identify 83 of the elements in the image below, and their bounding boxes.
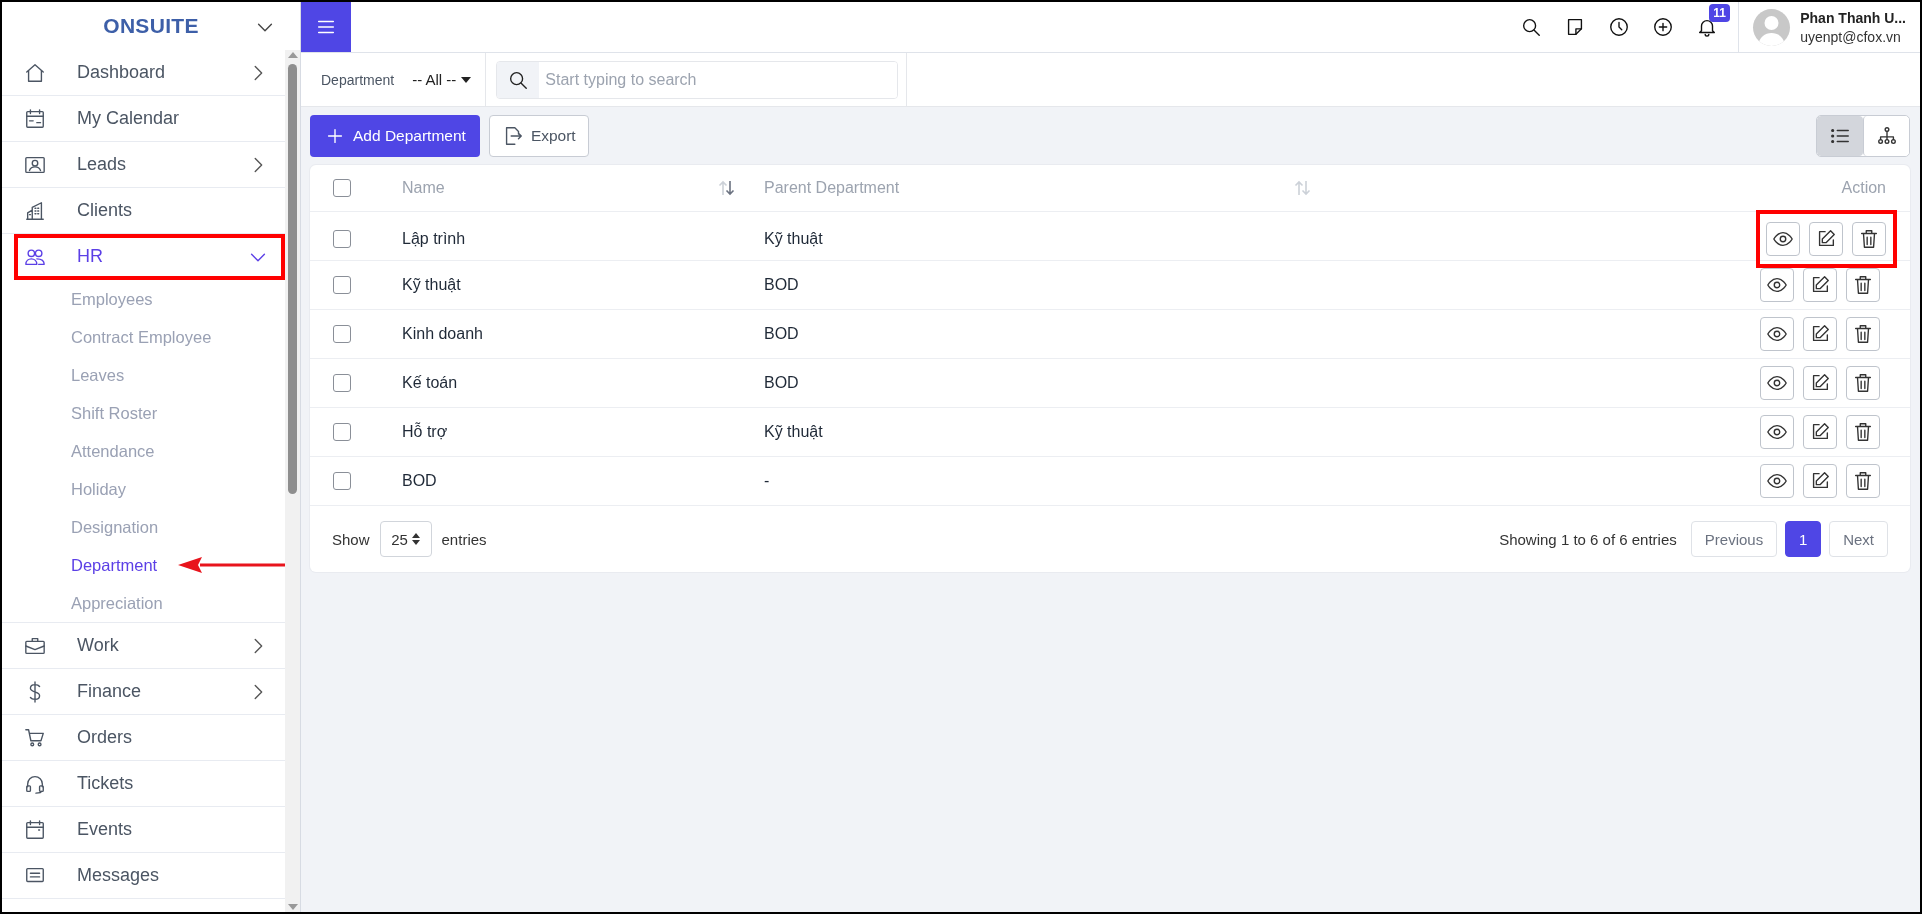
search-field[interactable]: Start typing to search bbox=[496, 60, 899, 99]
entries-info: Showing 1 to 6 of 6 entries bbox=[1499, 530, 1677, 548]
cart-icon bbox=[24, 726, 46, 749]
edit-button[interactable] bbox=[1803, 415, 1837, 449]
view-button[interactable] bbox=[1760, 366, 1794, 400]
edit-button[interactable] bbox=[1803, 268, 1837, 302]
edit-button[interactable] bbox=[1803, 366, 1837, 400]
row-checkbox[interactable] bbox=[333, 230, 351, 248]
table-cell-text: Kế toán bbox=[402, 374, 459, 392]
edit-button[interactable] bbox=[1803, 464, 1837, 498]
trash-icon bbox=[1852, 323, 1874, 345]
department-dropdown[interactable]: -- All -- bbox=[412, 71, 472, 88]
table-cell-text: Kỹ thuật bbox=[763, 423, 824, 441]
caret-icon bbox=[461, 76, 472, 83]
user-menu[interactable]: Phan Thanh U... uyenpt@cfox.vn bbox=[1738, 2, 1920, 52]
updown-caret-icon bbox=[411, 532, 420, 545]
view-button[interactable] bbox=[1760, 464, 1794, 498]
delete-button[interactable] bbox=[1846, 317, 1880, 351]
delete-button[interactable] bbox=[1846, 464, 1880, 498]
table-cell-text: Kinh doanh bbox=[402, 325, 484, 343]
page-size-select[interactable]: 25 bbox=[379, 521, 432, 557]
trash-icon bbox=[1852, 274, 1874, 296]
view-toggle[interactable] bbox=[1817, 116, 1863, 156]
column-header: Parent Department bbox=[763, 179, 901, 197]
sidebar-subitem[interactable]: Department bbox=[71, 555, 158, 575]
page-button[interactable]: 1 bbox=[1785, 521, 1822, 557]
delete-button[interactable] bbox=[1846, 268, 1880, 302]
user-name: Phan Thanh U... bbox=[1800, 9, 1906, 26]
sort-icon[interactable] bbox=[718, 180, 736, 196]
view-button[interactable] bbox=[1760, 268, 1794, 302]
user-email: uyenpt@cfox.vn bbox=[1800, 28, 1902, 45]
calendar-icon bbox=[24, 818, 46, 841]
table-cell-text: Lập trình bbox=[402, 230, 467, 248]
home-icon bbox=[24, 61, 46, 84]
previous-button[interactable]: Previous bbox=[1690, 521, 1778, 557]
filter-label: Department bbox=[321, 71, 395, 88]
delete-button[interactable] bbox=[1846, 415, 1880, 449]
table-cell-text: - bbox=[763, 472, 771, 490]
trash-icon bbox=[1852, 372, 1874, 394]
entries-label: entries bbox=[441, 530, 487, 548]
sidebar-item[interactable]: Leads bbox=[2, 142, 285, 188]
sidebar-item[interactable]: Work bbox=[2, 623, 285, 669]
column-header: Name bbox=[402, 179, 446, 197]
search-icon[interactable] bbox=[1520, 16, 1543, 38]
table-cell-text: Kỹ thuật bbox=[402, 276, 462, 294]
row-checkbox[interactable] bbox=[333, 423, 351, 441]
edit-button[interactable] bbox=[1803, 317, 1837, 351]
delete-button[interactable] bbox=[1852, 222, 1886, 256]
table-cell-text: BOD bbox=[763, 276, 800, 294]
row-checkbox[interactable] bbox=[333, 325, 351, 343]
view-button[interactable] bbox=[1766, 222, 1800, 256]
view-toggle[interactable] bbox=[1863, 116, 1909, 156]
edit-button[interactable] bbox=[1809, 222, 1843, 256]
delete-button[interactable] bbox=[1846, 366, 1880, 400]
table-cell-text: BOD bbox=[763, 374, 800, 392]
avatar-icon bbox=[1753, 8, 1791, 46]
hierarchy-icon bbox=[1875, 125, 1898, 147]
column-header: Action bbox=[1841, 179, 1886, 197]
trash-icon bbox=[1858, 228, 1880, 250]
add-department-button[interactable]: Add Department bbox=[310, 115, 480, 157]
show-label: Show bbox=[332, 530, 370, 548]
clock-icon[interactable] bbox=[1608, 16, 1631, 38]
table-cell-text: BOD bbox=[763, 325, 800, 343]
menu-button[interactable] bbox=[301, 2, 351, 52]
view-button[interactable] bbox=[1760, 317, 1794, 351]
brand-logo[interactable]: ONSUITE bbox=[103, 14, 199, 38]
notification-badge: 11 bbox=[1709, 4, 1730, 22]
row-checkbox[interactable] bbox=[333, 472, 351, 490]
trash-icon bbox=[1852, 421, 1874, 443]
sidebar-item[interactable]: HR bbox=[14, 234, 285, 280]
next-button[interactable]: Next bbox=[1829, 521, 1888, 557]
export-button[interactable]: Export bbox=[488, 115, 589, 157]
calendar-icon bbox=[24, 107, 46, 130]
row-checkbox[interactable] bbox=[333, 276, 351, 294]
add-circle-icon[interactable] bbox=[1652, 16, 1675, 38]
table-cell-text: Kỹ thuật bbox=[763, 230, 824, 248]
select-all-checkbox[interactable] bbox=[333, 179, 351, 197]
table-cell-text: BOD bbox=[402, 472, 438, 490]
view-button[interactable] bbox=[1760, 415, 1794, 449]
table-cell-text: Hỗ trợ bbox=[402, 423, 449, 441]
buildings-icon bbox=[24, 199, 46, 222]
trash-icon bbox=[1852, 470, 1874, 492]
row-checkbox[interactable] bbox=[333, 374, 351, 392]
